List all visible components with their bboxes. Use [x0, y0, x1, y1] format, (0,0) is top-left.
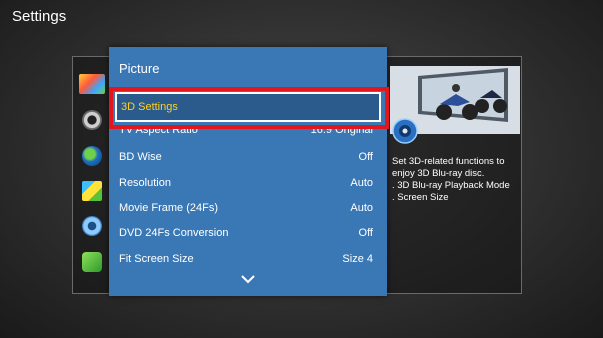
menu-item-value: Auto — [350, 202, 373, 214]
sound-icon[interactable] — [82, 110, 102, 130]
menu-item-label: Fit Screen Size — [119, 253, 194, 265]
menu-item-fit-screen-size[interactable]: Fit Screen Size Size 4 — [109, 247, 387, 272]
menu-item-movie-frame[interactable]: Movie Frame (24Fs) Auto — [109, 196, 387, 221]
menu-item-label: TV Aspect Ratio — [119, 124, 198, 136]
chevron-down-icon[interactable] — [240, 272, 256, 286]
menu-title: Picture — [119, 61, 160, 76]
3d-disc-icon — [392, 118, 418, 144]
menu-item-value: Auto — [350, 177, 373, 189]
menu-item-label: Movie Frame (24Fs) — [119, 202, 219, 214]
description-line: enjoy 3D Blu-ray disc. — [392, 168, 485, 179]
menu-item-label: BD Wise — [119, 151, 162, 163]
menu-item-bd-wise[interactable]: BD Wise Off — [109, 145, 387, 170]
menu-item-dvd-24fs-conversion[interactable]: DVD 24Fs Conversion Off — [109, 221, 387, 246]
picture-menu: Picture TV Aspect Ratio 16:9 Original 3D… — [109, 47, 387, 296]
support-icon[interactable] — [82, 252, 102, 272]
network-icon[interactable] — [82, 146, 102, 166]
system-icon[interactable] — [82, 181, 102, 201]
menu-item-label: Resolution — [119, 177, 171, 189]
menu-item-value: 16:9 Original — [310, 124, 373, 136]
menu-item-label: DVD 24Fs Conversion — [119, 227, 229, 239]
menu-item-value: Size 4 — [342, 253, 373, 265]
menu-item-value: Off — [358, 151, 373, 163]
description-line: . 3D Blu-ray Playback Mode — [392, 180, 510, 191]
menu-item-resolution[interactable]: Resolution Auto — [109, 171, 387, 196]
settings-gear-icon[interactable] — [82, 216, 102, 236]
menu-item-3d-settings[interactable]: 3D Settings — [115, 92, 381, 122]
menu-item-label: 3D Settings — [121, 101, 178, 113]
description-line: . Screen Size — [392, 192, 449, 203]
description-line: Set 3D-related functions to — [392, 156, 505, 167]
page-title: Settings — [12, 8, 67, 25]
picture-icon[interactable] — [79, 74, 105, 94]
menu-item-value: Off — [358, 227, 373, 239]
description-text: Set 3D-related functions to enjoy 3D Blu… — [392, 156, 517, 204]
